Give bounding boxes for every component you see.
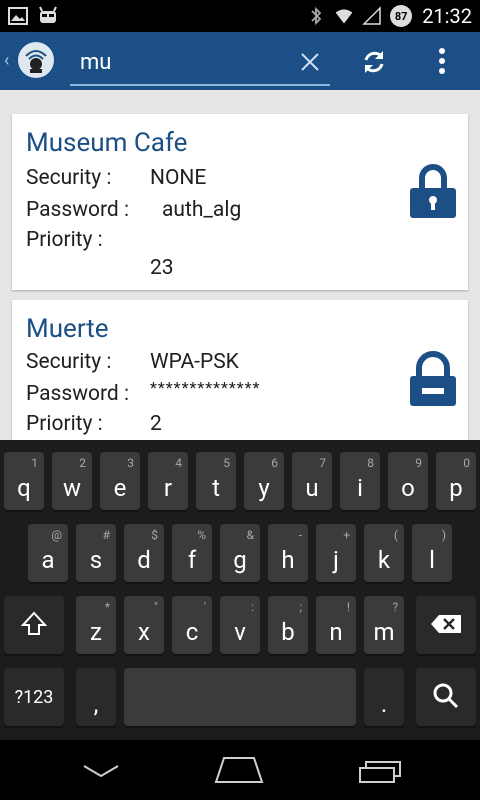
status-right: 87 21:32 <box>306 4 472 28</box>
search-input[interactable]: mu <box>80 50 111 75</box>
status-bar: 87 21:32 <box>0 0 480 32</box>
refresh-icon[interactable] <box>360 48 388 76</box>
signal-icon <box>362 6 382 26</box>
back-nav-icon[interactable] <box>82 762 120 784</box>
key-k[interactable]: (k <box>364 524 404 582</box>
backspace-icon <box>430 614 462 638</box>
key-p[interactable]: 0p <box>436 452 476 510</box>
search-field[interactable]: mu <box>70 44 330 86</box>
clear-icon[interactable] <box>298 50 322 74</box>
key-q[interactable]: 1q <box>4 452 44 510</box>
key-e[interactable]: 3e <box>100 452 140 510</box>
key-d[interactable]: $ d <box>124 524 164 582</box>
key-m[interactable]: ? m <box>364 596 404 654</box>
network-card[interactable]: Muerte Security : WPA-PSK Password : ***… <box>12 300 468 450</box>
cyanogen-icon <box>38 6 58 26</box>
network-name: Muerte <box>26 314 109 344</box>
battery-badge: 87 <box>390 5 413 27</box>
navigation-bar <box>0 740 480 800</box>
security-value: WPA-PSK <box>150 350 239 374</box>
key-g[interactable]: & g <box>220 524 260 582</box>
key-y[interactable]: 6y <box>244 452 284 510</box>
recents-nav-icon[interactable] <box>358 760 402 788</box>
soft-keyboard: 1q 2w 3e 4r 5t 6y 7u 8i 9o 0p @ a # s $ d %… <box>0 440 480 740</box>
key-x[interactable]: " x <box>124 596 164 654</box>
key-a[interactable]: @ a <box>28 524 68 582</box>
wifi-icon <box>334 6 354 26</box>
password-label: Password : <box>26 382 130 406</box>
shift-icon <box>20 610 48 642</box>
key-z[interactable]: * z <box>76 596 116 654</box>
app-logo-icon[interactable] <box>18 42 54 78</box>
home-nav-icon[interactable] <box>214 756 264 788</box>
key-s[interactable]: # s <box>76 524 116 582</box>
key-c[interactable]: ' c <box>172 596 212 654</box>
gallery-icon <box>8 6 28 26</box>
priority-value: 2 <box>150 412 162 436</box>
bluetooth-icon <box>306 6 326 26</box>
key-b[interactable]: ; b <box>268 596 308 654</box>
comma-key[interactable]: , <box>76 668 116 726</box>
spacebar[interactable] <box>124 668 356 726</box>
priority-label: Priority : <box>26 412 103 436</box>
key-l[interactable]: ) l <box>412 524 452 582</box>
network-name: Museum Cafe <box>26 128 188 158</box>
action-bar: ‹ mu <box>0 32 480 90</box>
key-f[interactable]: % f <box>172 524 212 582</box>
search-key[interactable] <box>416 668 476 726</box>
backspace-key[interactable] <box>416 596 476 654</box>
unlocked-lock-icon <box>404 162 462 220</box>
security-label: Security : <box>26 166 112 190</box>
back-chevron-icon[interactable]: ‹ <box>4 50 9 71</box>
key-i[interactable]: 8i <box>340 452 380 510</box>
key-n[interactable]: ! n <box>316 596 356 654</box>
password-value: auth_alg <box>162 198 242 222</box>
security-label: Security : <box>26 350 112 374</box>
key-o[interactable]: 9o <box>388 452 428 510</box>
symbols-key[interactable]: ?123 <box>4 668 64 726</box>
key-u[interactable]: 7u <box>292 452 332 510</box>
overflow-menu-icon[interactable] <box>436 46 448 76</box>
network-card[interactable]: Museum Cafe Security : NONE Password : a… <box>12 114 468 290</box>
security-value: NONE <box>150 166 207 190</box>
password-value: ************** <box>150 378 261 397</box>
key-j[interactable]: + j <box>316 524 356 582</box>
period-key[interactable]: . <box>364 668 404 726</box>
priority-label: Priority : <box>26 228 103 252</box>
key-t[interactable]: 5t <box>196 452 236 510</box>
shift-key[interactable] <box>4 596 64 654</box>
priority-value: 23 <box>150 256 174 280</box>
network-list: Museum Cafe Security : NONE Password : a… <box>0 90 480 450</box>
password-label: Password : <box>26 198 130 222</box>
status-left-icons <box>8 6 58 26</box>
search-icon <box>432 682 460 714</box>
key-v[interactable]: :v <box>220 596 260 654</box>
key-w[interactable]: 2w <box>52 452 92 510</box>
key-h[interactable]: -h <box>268 524 308 582</box>
locked-lock-icon <box>404 350 462 408</box>
status-time: 21:32 <box>422 4 472 28</box>
key-r[interactable]: 4r <box>148 452 188 510</box>
